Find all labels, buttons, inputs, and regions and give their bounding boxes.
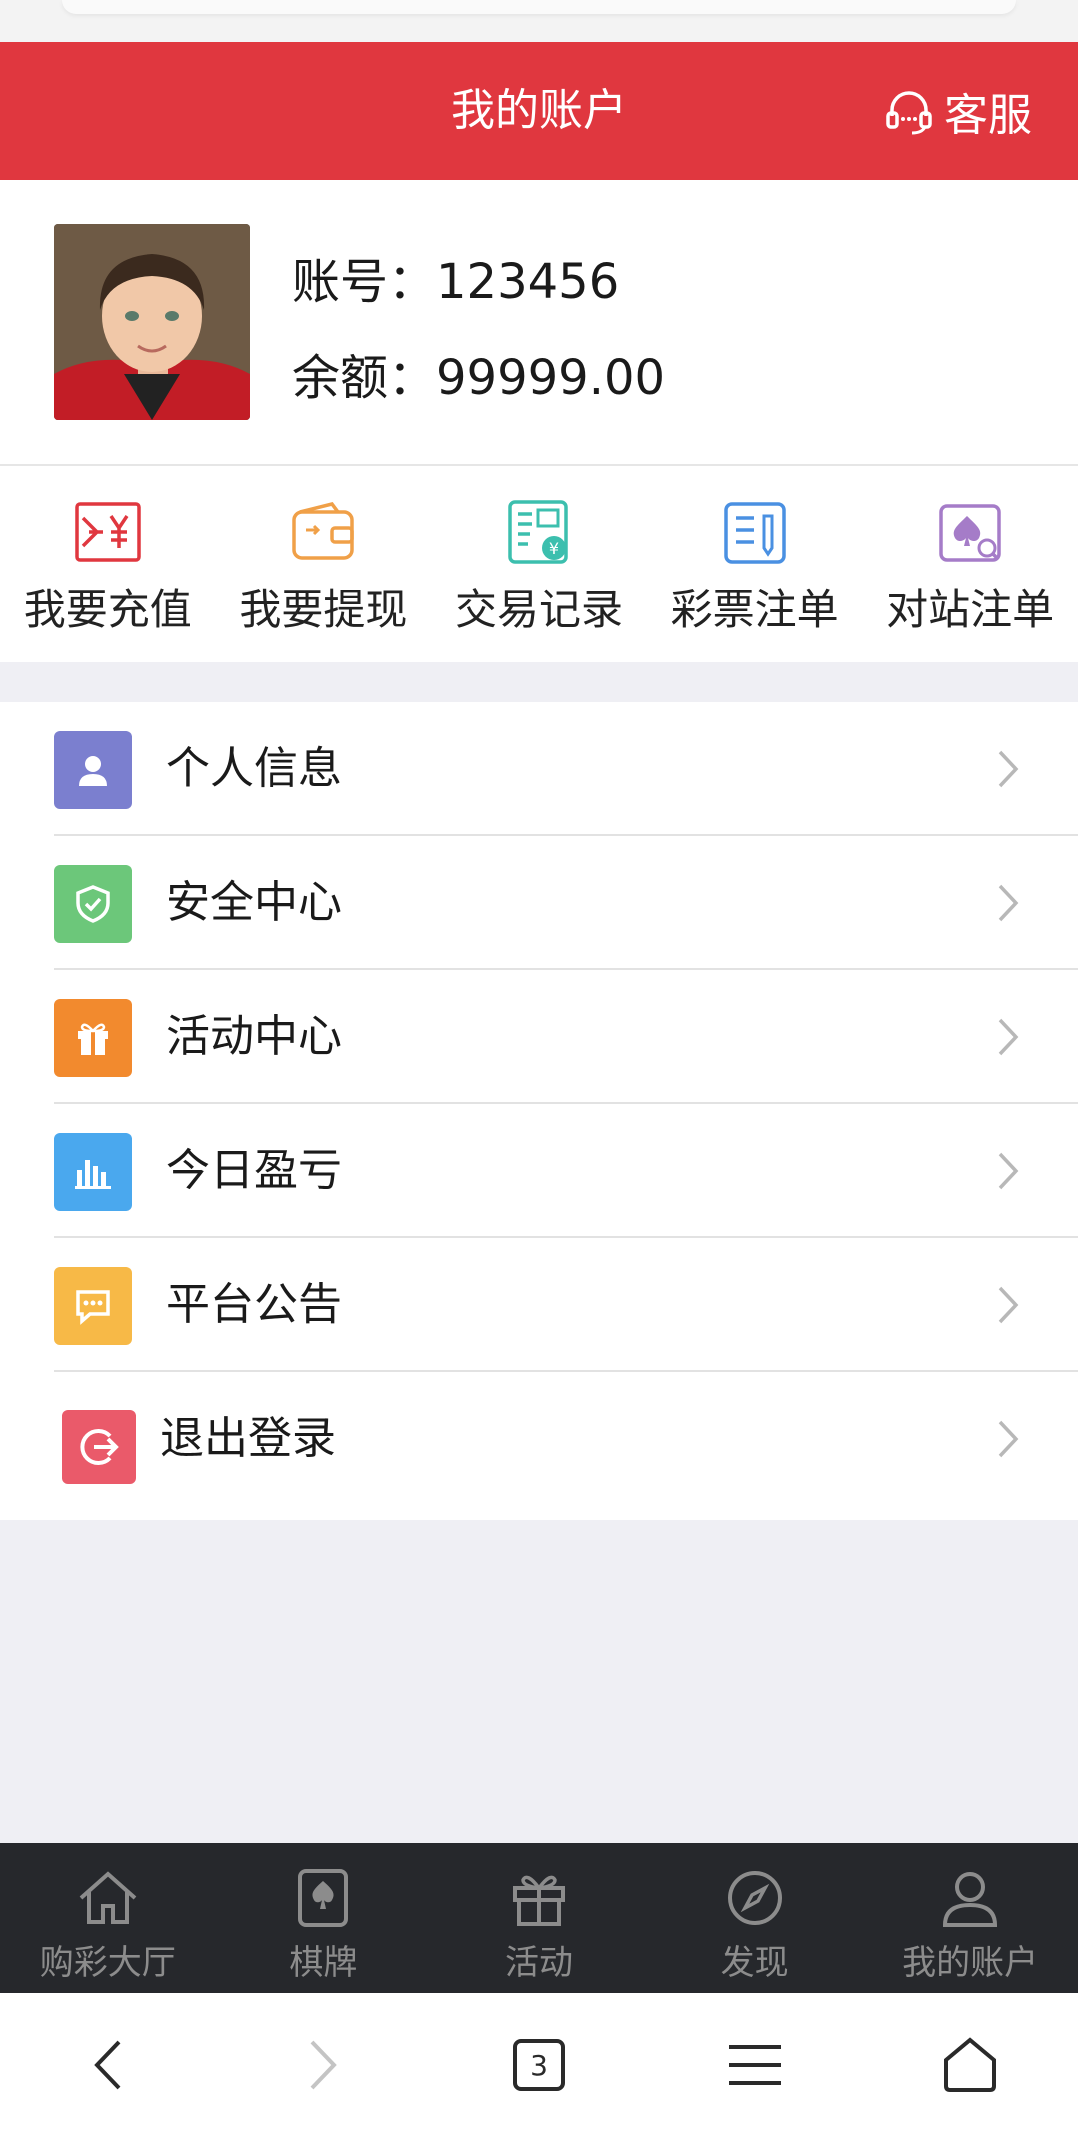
profile-card: 账号：123456 余额：99999.00: [0, 180, 1078, 466]
tab-label: 发现: [720, 1943, 789, 1983]
chevron-right-icon: [998, 1420, 1019, 1458]
menu-item-logout[interactable]: 退出登录: [0, 1372, 1078, 1506]
shortcut-label: 我要提现: [239, 585, 408, 634]
chevron-right-icon: [998, 884, 1019, 922]
top-pill: [62, 0, 1016, 14]
balance-label: 余额：: [292, 350, 437, 406]
header-bar: 我的账户 客服: [0, 42, 1078, 180]
announcement-icon: [54, 1267, 132, 1345]
chevron-left-icon: [94, 2040, 121, 2090]
shortcut-transactions[interactable]: ¥ 交易记录: [431, 466, 647, 662]
shortcut-label: 交易记录: [454, 585, 623, 634]
menu-item-label: 平台公告: [166, 1279, 342, 1330]
browser-menu-button[interactable]: [647, 1993, 863, 2137]
shield-icon: [54, 865, 132, 943]
transaction-record-icon: ¥: [508, 500, 568, 564]
tab-label: 购彩大厅: [39, 1943, 176, 1983]
browser-home-button[interactable]: [862, 1993, 1078, 2137]
chevron-right-icon: [998, 1286, 1019, 1324]
chevron-right-icon: [998, 1152, 1019, 1190]
customer-service-label: 客服: [944, 90, 1032, 141]
menu-item-activity-center[interactable]: 活动中心: [0, 970, 1078, 1104]
tab-count: 3: [512, 2039, 565, 2091]
shortcut-game-orders[interactable]: 对站注单: [862, 466, 1078, 662]
browser-tabs-button[interactable]: 3: [431, 1993, 647, 2137]
logout-icon: [62, 1410, 136, 1484]
menu-item-label: 今日盈亏: [166, 1145, 342, 1196]
shortcut-grid: 我要充值 我要提现 ¥ 交易记录 彩票注单 对站注单: [0, 466, 1078, 662]
tab-card-games[interactable]: 棋牌: [216, 1843, 432, 1993]
shortcut-label: 我要充值: [23, 585, 192, 634]
hamburger-menu-icon: [728, 2045, 781, 2085]
menu-list: 个人信息 安全中心 活动中心 今日盈亏 平台公告 退出登录: [0, 702, 1078, 1520]
poker-card-icon: [298, 1869, 349, 1927]
chevron-right-icon: [310, 2040, 338, 2090]
browser-nav-bar: 3: [0, 1993, 1078, 2137]
user-icon: [943, 1872, 998, 1927]
tab-label: 活动: [504, 1943, 573, 1983]
tab-label: 棋牌: [289, 1943, 358, 1983]
tab-my-account[interactable]: 我的账户: [862, 1843, 1078, 1993]
shortcut-deposit[interactable]: 我要充值: [0, 466, 216, 662]
chevron-right-icon: [998, 750, 1019, 788]
menu-item-security[interactable]: 安全中心: [0, 836, 1078, 970]
compass-icon: [727, 1871, 782, 1925]
bar-chart-icon: [54, 1133, 132, 1211]
menu-item-label: 个人信息: [166, 743, 342, 794]
shortcut-label: 对站注单: [886, 585, 1055, 634]
menu-item-announcement[interactable]: 平台公告: [0, 1238, 1078, 1372]
shortcut-label: 彩票注单: [670, 585, 839, 634]
browser-forward-button[interactable]: [216, 1993, 432, 2137]
menu-item-personal-info[interactable]: 个人信息: [0, 702, 1078, 836]
gift-icon: [512, 1875, 565, 1926]
menu-item-today-profit[interactable]: 今日盈亏: [0, 1104, 1078, 1238]
account-value: 123456: [436, 254, 620, 310]
tab-lottery-hall[interactable]: 购彩大厅: [0, 1843, 216, 1993]
chevron-right-icon: [998, 1018, 1019, 1056]
home-icon: [79, 1871, 137, 1924]
svg-text:¥: ¥: [549, 539, 559, 558]
shortcut-lottery-orders[interactable]: 彩票注单: [647, 466, 863, 662]
account-row: 账号：123456: [292, 242, 619, 312]
tab-activity[interactable]: 活动: [431, 1843, 647, 1993]
top-strip: [0, 0, 1078, 42]
bottom-tab-bar: 购彩大厅 棋牌 活动 发现 我的账户: [0, 1843, 1078, 1993]
balance-value: 99999.00: [436, 350, 666, 406]
avatar-image: [54, 224, 250, 420]
deposit-icon: [75, 502, 141, 562]
lottery-ticket-icon: [723, 502, 786, 564]
avatar[interactable]: [54, 224, 250, 420]
card-game-order-icon: [939, 504, 1001, 562]
menu-item-label: 安全中心: [166, 877, 342, 928]
shortcut-withdraw[interactable]: 我要提现: [216, 466, 432, 662]
menu-item-label: 退出登录: [160, 1413, 336, 1464]
menu-item-label: 活动中心: [166, 1011, 342, 1062]
home-outline-icon: [944, 2037, 997, 2092]
gift-icon: [54, 999, 132, 1077]
browser-back-button[interactable]: [0, 1993, 216, 2137]
tab-discover[interactable]: 发现: [647, 1843, 863, 1993]
wallet-icon: [292, 502, 355, 560]
person-icon: [54, 731, 132, 809]
tab-label: 我的账户: [902, 1943, 1039, 1983]
account-label: 账号：: [292, 254, 437, 310]
customer-service-button[interactable]: 客服: [884, 42, 1032, 180]
headset-icon: [886, 91, 932, 135]
balance-row: 余额：99999.00: [292, 338, 665, 408]
